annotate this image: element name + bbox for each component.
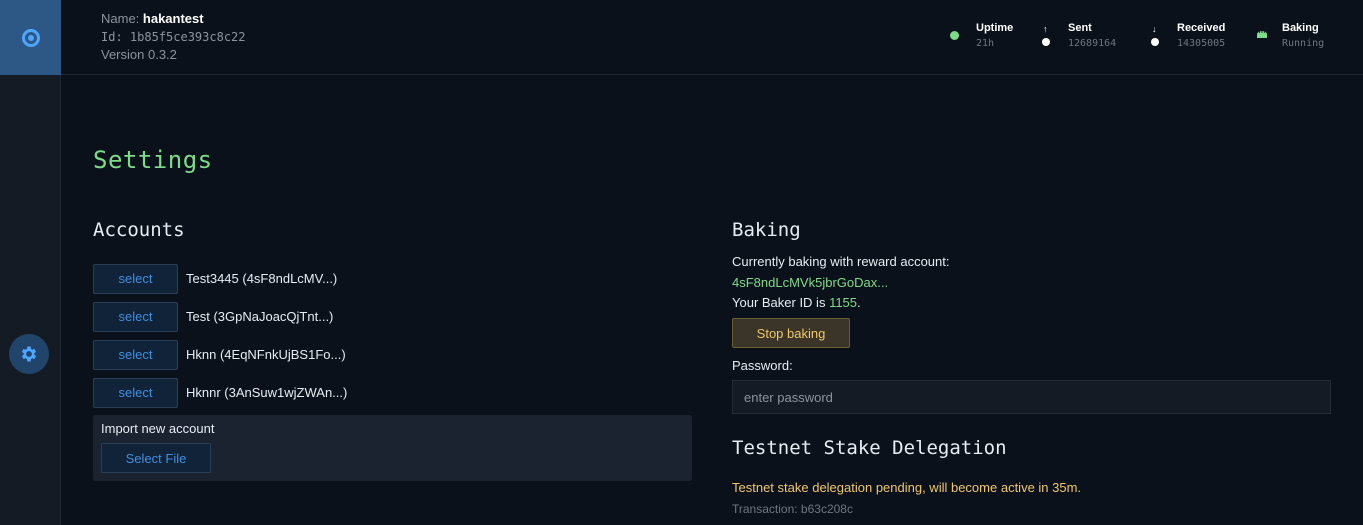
node-name-line: Name: hakantest bbox=[101, 10, 246, 28]
baking-section: Baking Currently baking with reward acco… bbox=[732, 219, 1331, 516]
received-value: 14305005 bbox=[1177, 38, 1226, 49]
app-logo[interactable] bbox=[0, 0, 61, 75]
account-name: Hknn (4EqNFnkUjBS1Fo...) bbox=[186, 347, 346, 362]
baking-label: Baking bbox=[1282, 22, 1319, 34]
select-account-button[interactable]: select bbox=[93, 377, 178, 408]
select-file-button[interactable]: Select File bbox=[101, 443, 211, 473]
account-row: select Hknnr (3AnSuw1wjZWAn...) bbox=[93, 377, 347, 408]
baker-id-suffix: . bbox=[857, 295, 861, 310]
baker-id-prefix: Your Baker ID is bbox=[732, 295, 830, 310]
import-account-label: Import new account bbox=[101, 421, 215, 436]
password-input[interactable] bbox=[732, 380, 1331, 414]
sent-value: 12689164 bbox=[1068, 38, 1117, 49]
baking-heading: Baking bbox=[732, 219, 801, 241]
account-name: Hknnr (3AnSuw1wjZWAn...) bbox=[186, 385, 348, 400]
baking-status-text: Currently baking with reward account: bbox=[732, 254, 950, 269]
received-dot bbox=[1151, 38, 1159, 46]
node-name-label: Name: bbox=[101, 11, 143, 26]
node-info: Name: hakantest Id: 1b85f5ce393c8c22 Ver… bbox=[101, 10, 246, 64]
node-version: Version 0.3.2 bbox=[101, 47, 177, 62]
delegation-heading: Testnet Stake Delegation bbox=[732, 437, 1007, 459]
account-name: Test (3GpNaJoacQjTnt...) bbox=[186, 309, 334, 324]
stat-sent: Sent 12689164 bbox=[1068, 20, 1116, 52]
account-row: select Hknn (4EqNFnkUjBS1Fo...) bbox=[93, 339, 346, 370]
node-id: Id: 1b85f5ce393c8c22 bbox=[101, 30, 246, 44]
sent-dot bbox=[1042, 38, 1050, 46]
uptime-value: 21h bbox=[976, 38, 995, 49]
password-label: Password: bbox=[732, 358, 793, 373]
node-name-value: hakantest bbox=[142, 11, 204, 26]
uptime-label: Uptime bbox=[976, 22, 1014, 34]
accounts-section: Accounts select Test3445 (4sF8ndLcMV...)… bbox=[93, 219, 693, 481]
reward-account-address: 4sF8ndLcMVk5jbrGoDax... bbox=[732, 275, 889, 290]
sent-label: Sent bbox=[1068, 22, 1092, 34]
baking-value: Running bbox=[1282, 38, 1325, 49]
accounts-heading: Accounts bbox=[93, 219, 185, 241]
account-name: Test3445 (4sF8ndLcMV...) bbox=[186, 271, 338, 286]
stat-received: Received 14305005 bbox=[1177, 20, 1225, 52]
account-row: select Test3445 (4sF8ndLcMV...) bbox=[93, 263, 337, 294]
baker-id-line: Your Baker ID is 1155. bbox=[732, 295, 861, 310]
received-label: Received bbox=[1177, 22, 1226, 34]
settings-nav-button[interactable] bbox=[9, 334, 49, 374]
select-account-button[interactable]: select bbox=[93, 301, 178, 332]
sidebar bbox=[0, 0, 61, 525]
stat-uptime: Uptime 21h bbox=[976, 20, 1013, 52]
top-header: Name: hakantest Id: 1b85f5ce393c8c22 Ver… bbox=[61, 0, 1363, 75]
stop-baking-button[interactable]: Stop baking bbox=[732, 318, 850, 348]
baking-bread-icon bbox=[1257, 30, 1267, 38]
arrow-down-icon: ↓ bbox=[1152, 24, 1157, 34]
uptime-status-dot bbox=[950, 31, 959, 40]
delegation-pending-text: Testnet stake delegation pending, will b… bbox=[732, 480, 1082, 495]
delegation-transaction: Transaction: b63c208c bbox=[732, 502, 853, 516]
select-account-button[interactable]: select bbox=[93, 339, 178, 370]
import-account-panel: Import new account Select File bbox=[93, 415, 692, 481]
arrow-up-icon: ↑ bbox=[1043, 24, 1048, 34]
stat-baking: Baking Running bbox=[1282, 20, 1324, 52]
account-row: select Test (3GpNaJoacQjTnt...) bbox=[93, 301, 333, 332]
baker-id-value: 1155 bbox=[829, 295, 858, 310]
main-content: Settings Accounts select Test3445 (4sF8n… bbox=[61, 76, 1363, 525]
gear-icon bbox=[21, 346, 37, 362]
logo-icon bbox=[21, 28, 40, 47]
page-title: Settings bbox=[93, 146, 213, 174]
select-account-button[interactable]: select bbox=[93, 263, 178, 294]
